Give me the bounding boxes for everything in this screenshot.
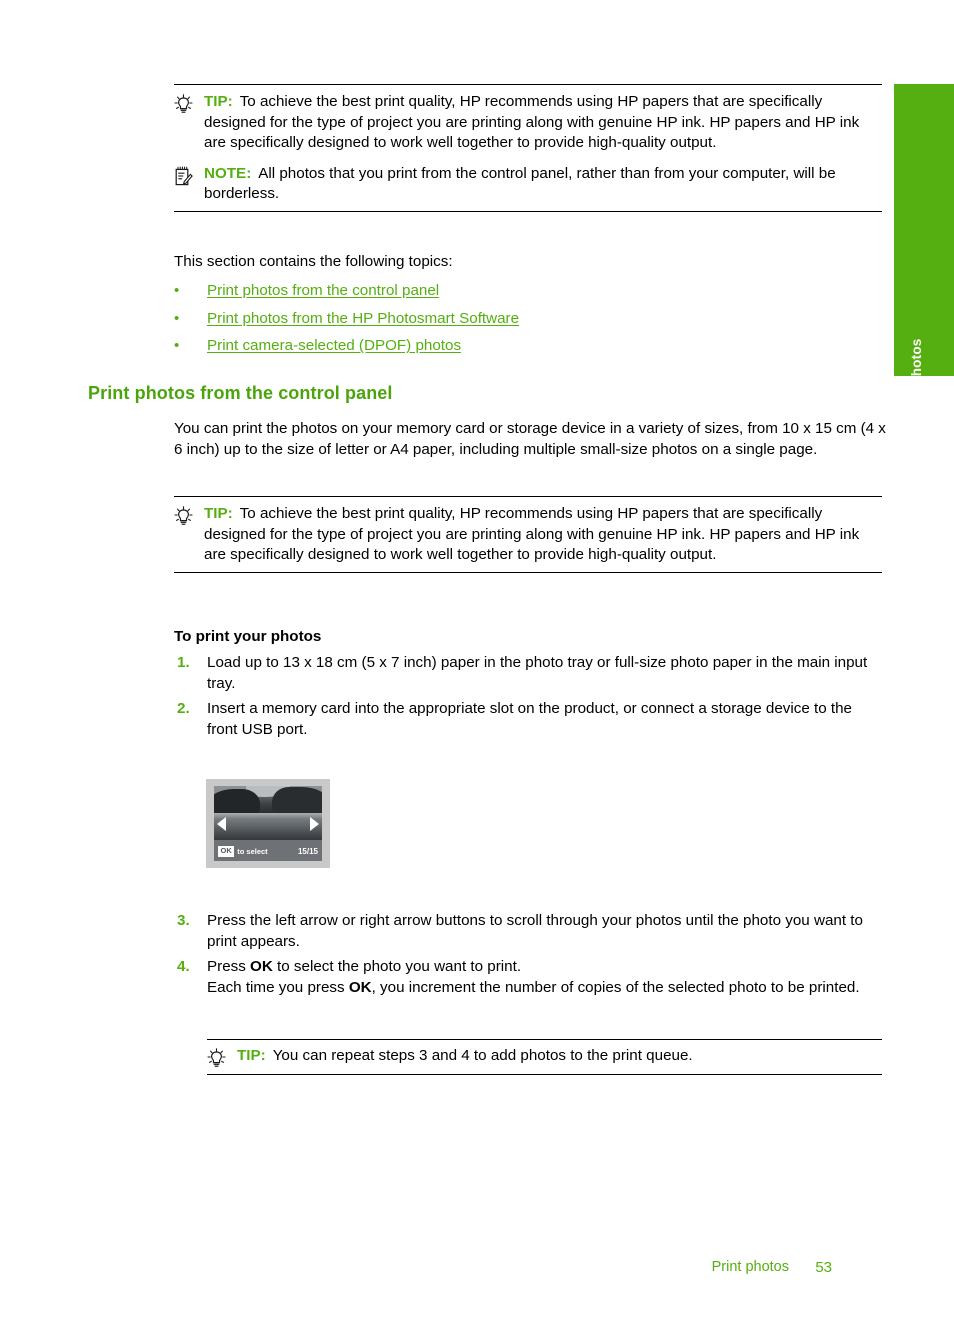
photo-counter: 15/15 [297, 846, 318, 856]
step-text: Insert a memory card into the appropriat… [207, 700, 852, 738]
step4-line1: Press OK to select the photo you want to… [207, 958, 521, 975]
step-item: 4. Press OK to select the photo you want… [174, 956, 886, 998]
tip-keyword: TIP: [204, 505, 233, 522]
tip-admonition-1: TIP: To achieve the best print quality, H… [174, 85, 882, 160]
link-print-camera-selected-dpof[interactable]: Print camera-selected (DPOF) photos [207, 336, 461, 356]
step-number: 4. [177, 958, 190, 975]
tip-admonition-2: TIP: To achieve the best print quality, H… [174, 497, 882, 572]
step4-line2-pre: Each time you press [207, 979, 349, 996]
tip-admonition-3-body: TIP: You can repeat steps 3 and 4 to add … [237, 1046, 882, 1067]
step-item: 3. Press the left arrow or right arrow b… [174, 910, 886, 952]
step4-line1-bold: OK [250, 958, 273, 975]
chapter-side-tab: Photos [894, 84, 954, 385]
tip-admonition-2-text: To achieve the best print quality, HP re… [204, 505, 860, 564]
topics-link-list: • Print photos from the control panel • … [174, 281, 884, 364]
tip-admonition-3: TIP: You can repeat steps 3 and 4 to add … [207, 1040, 882, 1074]
admonition-block-tip-2: TIP: To achieve the best print quality, H… [174, 496, 882, 573]
step-text: Load up to 13 x 18 cm (5 x 7 inch) paper… [207, 654, 868, 692]
photo-water-reflection [214, 813, 322, 840]
document-page: Photos TIP: To achieve the best print qu… [0, 0, 954, 1321]
admonition-block-tip-3: TIP: You can repeat steps 3 and 4 to add … [207, 1039, 882, 1075]
section-heading: Print photos from the control panel [88, 383, 393, 403]
list-item[interactable]: • Print photos from the HP Photosmart So… [174, 309, 884, 329]
step4-line2: Each time you press OK, you increment th… [207, 979, 860, 996]
footer-section-label: Print photos [711, 1259, 789, 1275]
step4-line1-post: to select the photo you want to print. [272, 958, 522, 975]
tip-admonition-3-text: You can repeat steps 3 and 4 to add phot… [272, 1047, 693, 1064]
note-admonition-1-body: NOTE: All photos that you print from the … [204, 164, 882, 205]
link-print-photos-photosmart-software[interactable]: Print photos from the HP Photosmart Soft… [207, 309, 519, 329]
tip-keyword: TIP: [204, 93, 233, 110]
note-admonition-1-text: All photos that you print from the contr… [204, 164, 836, 203]
lightbulb-icon [174, 92, 204, 115]
lcd-screen: OK to select 15/15 [214, 786, 322, 861]
step4-line1-pre: Press [207, 958, 251, 975]
admonition-block-top: TIP: To achieve the best print quality, H… [174, 84, 882, 212]
bullet-marker-icon: • [174, 282, 180, 299]
ok-button-hint: OK [218, 845, 235, 857]
right-arrow-icon[interactable] [310, 816, 319, 831]
lightbulb-icon [174, 504, 204, 527]
step-item: 2. Insert a memory card into the appropr… [174, 698, 886, 740]
step-number: 1. [177, 654, 190, 671]
footer-page-number: 53 [815, 1259, 832, 1276]
step-number: 2. [177, 700, 190, 717]
lcd-status-bar: OK to select 15/15 [214, 841, 322, 861]
page-content: TIP: To achieve the best print quality, H… [0, 0, 894, 1321]
link-print-photos-control-panel[interactable]: Print photos from the control panel [207, 281, 439, 301]
chapter-side-tab-label: Photos [909, 338, 924, 386]
procedure-heading: To print your photos [174, 628, 322, 645]
procedure-steps-part2: 3. Press the left arrow or right arrow b… [174, 910, 886, 999]
step4-line2-bold: OK [348, 979, 372, 996]
step-number: 3. [177, 912, 190, 929]
tip-admonition-1-body: TIP: To achieve the best print quality, H… [204, 92, 882, 154]
control-panel-lcd-figure: OK to select 15/15 [206, 779, 330, 868]
tip-admonition-1-text: To achieve the best print quality, HP re… [204, 93, 860, 152]
procedure-steps-part1: 1. Load up to 13 x 18 cm (5 x 7 inch) pa… [174, 652, 886, 741]
section-intro-paragraph: You can print the photos on your memory … [174, 420, 886, 458]
lcd-photo-thumbnail [214, 786, 322, 840]
list-item[interactable]: • Print camera-selected (DPOF) photos [174, 336, 884, 356]
list-item[interactable]: • Print photos from the control panel [174, 281, 884, 301]
step-text: Press OK to select the photo you want to… [207, 956, 886, 998]
note-keyword: NOTE: [204, 164, 252, 182]
step4-line2-post: , you increment the number of copies of … [371, 979, 860, 996]
tip-admonition-2-body: TIP: To achieve the best print quality, H… [204, 504, 882, 566]
select-hint-label: to select [237, 846, 268, 856]
step-text: Press the left arrow or right arrow butt… [207, 912, 863, 950]
tip-keyword: TIP: [237, 1047, 266, 1064]
lightbulb-icon [207, 1046, 237, 1069]
note-admonition-1: NOTE: All photos that you print from the … [174, 160, 882, 211]
step-item: 1. Load up to 13 x 18 cm (5 x 7 inch) pa… [174, 652, 886, 694]
notepad-pencil-icon [174, 164, 204, 187]
topics-lead-paragraph: This section contains the following topi… [174, 253, 453, 270]
bullet-marker-icon: • [174, 337, 180, 354]
bullet-marker-icon: • [174, 309, 180, 327]
left-arrow-icon[interactable] [217, 816, 226, 831]
